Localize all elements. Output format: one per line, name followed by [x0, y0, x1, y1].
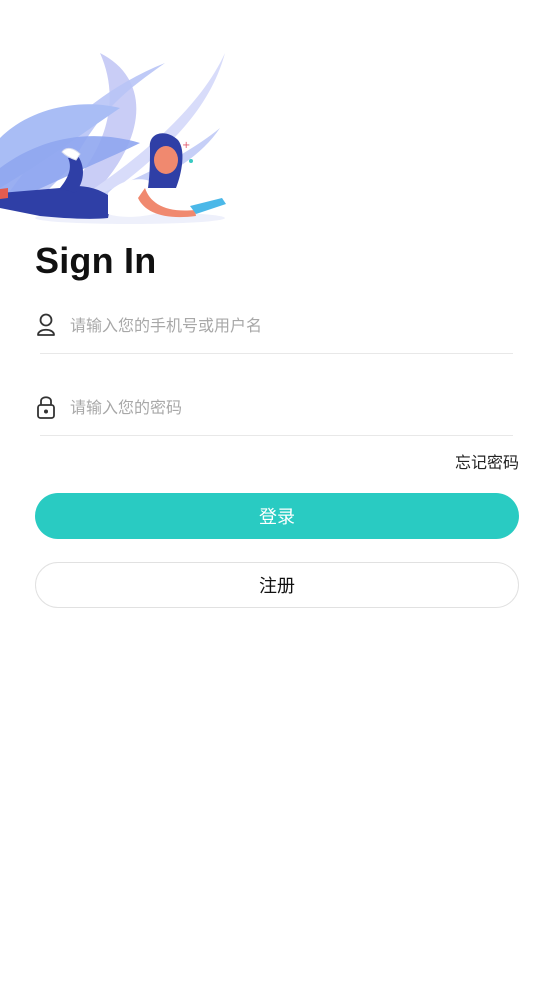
login-button[interactable]: 登录: [35, 493, 519, 539]
username-input[interactable]: [70, 315, 490, 335]
hero-illustration: +: [0, 48, 240, 228]
user-icon: [35, 312, 57, 338]
username-divider: [40, 353, 513, 354]
password-input[interactable]: [70, 397, 490, 417]
svg-text:+: +: [182, 140, 190, 151]
password-divider: [40, 435, 513, 436]
password-field[interactable]: [35, 382, 513, 432]
username-field[interactable]: [35, 300, 513, 350]
forgot-password-link[interactable]: 忘记密码: [455, 449, 519, 473]
page-title: Sign In: [35, 240, 157, 281]
lock-icon: [35, 394, 57, 420]
register-button[interactable]: 注册: [35, 562, 519, 608]
